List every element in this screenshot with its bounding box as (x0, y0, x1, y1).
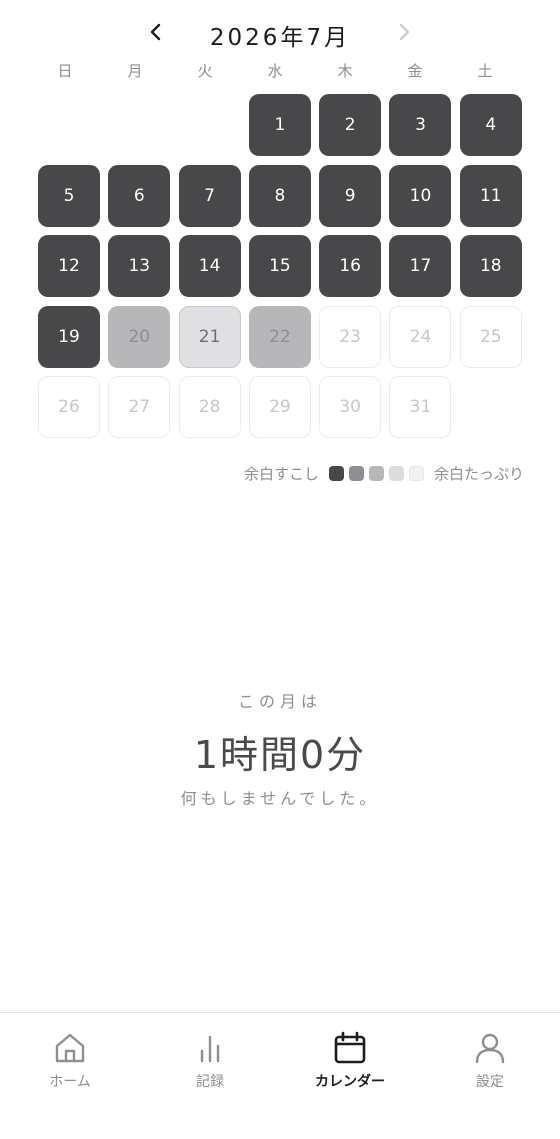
legend-low-label: 余白すこし (243, 464, 319, 483)
calendar-icon (334, 1031, 366, 1064)
tab-home-label: ホーム (49, 1074, 91, 1090)
tab-settings[interactable]: 設定 (420, 1031, 560, 1091)
calendar-day[interactable]: 4 (459, 94, 522, 156)
calendar-grid: 1 2 3 4 5 6 7 8 9 10 11 12 13 14 15 16 17 18 19 20 21 22 23 24 2… (38, 94, 522, 439)
calendar-day[interactable]: 1 (248, 94, 311, 156)
legend-high-label: 余白たっぷり (433, 464, 524, 483)
legend-swatch (368, 465, 384, 481)
weekday-sun: 日 (57, 62, 73, 80)
calendar-day[interactable]: 27 (108, 376, 171, 439)
weekday-mon: 月 (127, 62, 143, 80)
bar-chart-icon (200, 1035, 220, 1063)
calendar-day[interactable]: 16 (319, 235, 382, 298)
calendar-day[interactable]: 9 (319, 164, 382, 227)
next-month-button[interactable] (388, 16, 420, 48)
weekday-thu: 木 (337, 62, 353, 80)
calendar-day[interactable]: 22 (248, 305, 311, 368)
calendar-day[interactable]: 31 (389, 376, 452, 439)
calendar-day[interactable]: 11 (459, 164, 522, 227)
tab-records[interactable]: 記録 (140, 1031, 280, 1091)
calendar-day[interactable]: 14 (178, 235, 241, 298)
calendar-day[interactable]: 2 (319, 94, 382, 156)
summary-caption: 何もしませんでした。 (180, 789, 380, 808)
calendar-day[interactable]: 25 (459, 305, 522, 368)
calendar-day[interactable]: 18 (459, 235, 522, 298)
calendar-day[interactable]: 26 (38, 376, 100, 439)
calendar-day[interactable]: 7 (178, 164, 241, 227)
calendar-day[interactable]: 13 (108, 235, 171, 298)
month-header: 2026年7月 (0, 10, 560, 54)
tab-home[interactable]: ホーム (0, 1031, 140, 1091)
calendar-day[interactable]: 20 (108, 305, 171, 368)
tab-settings-label: 設定 (476, 1074, 504, 1090)
legend-swatch (408, 465, 424, 481)
calendar-day[interactable]: 8 (248, 164, 311, 227)
calendar-day[interactable]: 28 (178, 376, 241, 439)
calendar-blank-cell (108, 94, 170, 156)
calendar-day[interactable]: 17 (389, 235, 452, 298)
tab-calendar-label: カレンダー (315, 1074, 385, 1090)
calendar-day[interactable]: 24 (389, 305, 452, 368)
calendar-day[interactable]: 5 (38, 164, 100, 227)
tab-records-label: 記録 (196, 1074, 224, 1090)
calendar-day[interactable]: 23 (319, 305, 382, 368)
legend-swatch (328, 465, 344, 481)
calendar-day[interactable]: 19 (38, 305, 100, 368)
legend-swatch (348, 465, 364, 481)
chevron-left-icon (150, 23, 161, 41)
calendar-day[interactable]: 12 (38, 235, 100, 298)
summary-total-time: 1時間0分 (193, 733, 367, 777)
weekday-fri: 金 (407, 62, 423, 80)
calendar-day[interactable]: 10 (389, 164, 452, 227)
summary-label: この月は (237, 692, 322, 711)
tab-calendar[interactable]: カレンダー (280, 1031, 420, 1091)
weekday-header-row: 日 月 火 水 木 金 土 (34, 58, 525, 84)
weekday-wed: 水 (267, 62, 283, 80)
person-icon (475, 1033, 505, 1064)
bottom-tab-bar: ホーム 記録 カレンダー 設定 (0, 1012, 560, 1139)
weekday-tue: 火 (197, 62, 213, 80)
prev-month-button[interactable] (140, 16, 172, 48)
calendar-day[interactable]: 30 (319, 376, 382, 439)
weekday-sat: 土 (477, 62, 493, 80)
calendar-blank-cell (179, 94, 241, 156)
calendar-day[interactable]: 15 (248, 235, 311, 298)
calendar-day[interactable]: 29 (248, 376, 311, 439)
home-icon (55, 1033, 85, 1063)
intensity-legend: 余白すこし 余白たっぷり (244, 462, 524, 484)
month-title: 2026年7月 (209, 25, 351, 51)
calendar-day[interactable]: 21 (178, 305, 241, 368)
chevron-right-icon (399, 23, 410, 41)
calendar-day[interactable]: 3 (389, 94, 452, 156)
calendar-blank-cell (38, 94, 100, 156)
legend-swatch (388, 465, 404, 481)
calendar-day[interactable]: 6 (108, 164, 171, 227)
